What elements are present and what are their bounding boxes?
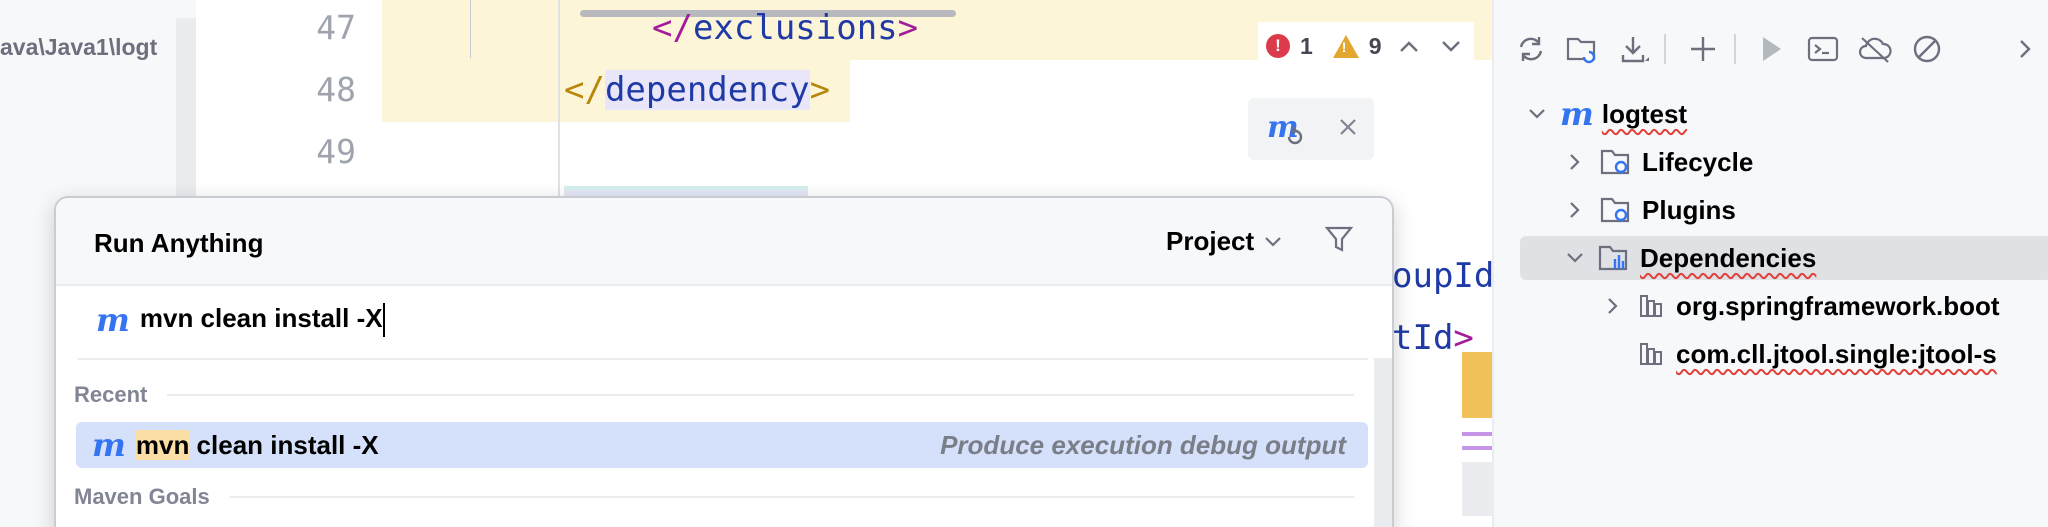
recent-command-item[interactable]: m mvn clean install -X Produce execution…	[76, 422, 1368, 468]
offline-cloud-icon	[1858, 37, 1892, 63]
section-maven-goals: Maven Goals	[74, 484, 1354, 510]
close-icon	[1340, 119, 1356, 135]
dependency-spring-boot[interactable]: org.springframework.boot	[1494, 284, 2048, 328]
error-count: 1	[1300, 32, 1313, 59]
chevron-right-icon[interactable]	[1562, 197, 1588, 223]
line-number: 49	[316, 132, 356, 171]
filter-button[interactable]	[1324, 224, 1358, 258]
run-icon	[1763, 37, 1781, 61]
tree-label: Plugins	[1642, 194, 1736, 225]
chevron-down-icon	[1441, 41, 1460, 52]
command-input[interactable]: m mvn clean install -X	[56, 286, 1392, 354]
folder-refresh-icon	[1566, 37, 1596, 64]
maven-icon: m	[96, 301, 130, 339]
maven-reload-button[interactable]: m	[1265, 107, 1305, 151]
warning-icon: !	[1332, 34, 1359, 58]
chevron-right-icon[interactable]	[1562, 149, 1588, 175]
tree-label: Lifecycle	[1642, 146, 1754, 177]
recent-command-description: Produce execution debug output	[940, 429, 1346, 460]
maven-project-icon: m	[1560, 95, 1594, 133]
ide-window: ava\Java1\logt 47 48 49 </exclusions> </…	[0, 0, 2048, 527]
dependency-jtool[interactable]: com.cll.jtool.single:jtool-s	[1494, 332, 2048, 376]
tree-label: logtest	[1601, 98, 1688, 129]
warning-count: 9	[1368, 32, 1382, 59]
code-fragment-groupid[interactable]: oupId	[1392, 256, 1492, 296]
generate-sources-button[interactable]	[1564, 30, 1602, 68]
add-maven-project-button[interactable]	[1684, 30, 1722, 68]
chevron-down-icon	[1265, 236, 1281, 247]
popup-title: Run Anything	[94, 228, 264, 258]
run-anything-popup: Run Anything Project m mvn clean install…	[54, 196, 1394, 527]
filter-icon	[1324, 226, 1354, 252]
popup-header: Run Anything Project	[56, 198, 1392, 286]
maven-tool-window: m logtest Lifecycle Plugins Dependencies…	[1492, 0, 2048, 527]
execute-goal-icon	[1807, 36, 1839, 62]
close-reload-popup-button[interactable]	[1339, 118, 1357, 140]
text-caret	[382, 303, 385, 338]
inspections-widget[interactable]: ! 1 ! 9	[1258, 22, 1474, 70]
line-number: 47	[316, 8, 356, 47]
project-path-fragment[interactable]: ava\Java1\logt	[0, 34, 157, 61]
chevron-right-icon	[2020, 40, 2031, 58]
maven-project-logtest[interactable]: m logtest	[1494, 92, 2048, 136]
previous-problem-button[interactable]	[1394, 31, 1424, 61]
folder-gear-icon	[1600, 197, 1630, 223]
maven-node-lifecycle[interactable]: Lifecycle	[1494, 140, 2048, 184]
execute-maven-goal-button[interactable]	[1804, 30, 1842, 68]
section-recent: Recent	[74, 382, 1354, 408]
folder-dependencies-icon	[1598, 245, 1628, 271]
toggle-offline-mode-button[interactable]	[1856, 30, 1894, 68]
tree-label: com.cll.jtool.single:jtool-s	[1676, 338, 1997, 369]
tree-label: org.springframework.boot	[1676, 290, 2000, 321]
maven-toolbar	[1494, 20, 2048, 78]
command-input-value[interactable]: mvn clean install -X	[140, 303, 385, 338]
download-icon	[1621, 37, 1649, 63]
folder-gear-icon	[1600, 149, 1630, 175]
run-maven-build-button[interactable]	[1752, 30, 1790, 68]
code-line-exclusions[interactable]: </exclusions>	[652, 8, 918, 48]
maven-icon: m	[92, 426, 126, 464]
chevron-down-icon[interactable]	[1562, 245, 1588, 271]
chevron-up-icon	[1399, 41, 1418, 52]
tree-label: Dependencies	[1640, 242, 1817, 273]
error-icon: !	[1266, 34, 1290, 58]
maven-node-dependencies[interactable]: Dependencies	[1520, 236, 2048, 280]
next-problem-button[interactable]	[1436, 31, 1466, 61]
maven-reload-icon: m	[1267, 110, 1303, 145]
library-icon	[1640, 295, 1662, 317]
scope-value: Project	[1166, 226, 1255, 256]
chevron-right-icon[interactable]	[1600, 293, 1626, 319]
library-icon	[1640, 343, 1662, 365]
plus-icon	[1691, 37, 1715, 61]
error-stripe[interactable]	[1462, 352, 1492, 527]
code-line-dependency[interactable]: </dependency>	[564, 70, 830, 110]
reload-all-projects-button[interactable]	[1512, 30, 1550, 68]
maven-reload-popup: m	[1248, 98, 1374, 160]
scope-dropdown[interactable]: Project	[1166, 226, 1282, 257]
line-number: 48	[316, 70, 356, 109]
recent-command-text: mvn clean install -X	[135, 429, 379, 460]
maven-node-plugins[interactable]: Plugins	[1494, 188, 2048, 232]
skip-tests-icon	[1913, 35, 1941, 63]
popup-scrollbar[interactable]	[1374, 358, 1392, 527]
reload-icon	[1519, 37, 1543, 61]
chevron-down-icon[interactable]	[1524, 101, 1550, 127]
more-actions-button[interactable]	[2006, 30, 2044, 68]
download-sources-button[interactable]	[1616, 30, 1654, 68]
skip-tests-button[interactable]	[1908, 30, 1946, 68]
